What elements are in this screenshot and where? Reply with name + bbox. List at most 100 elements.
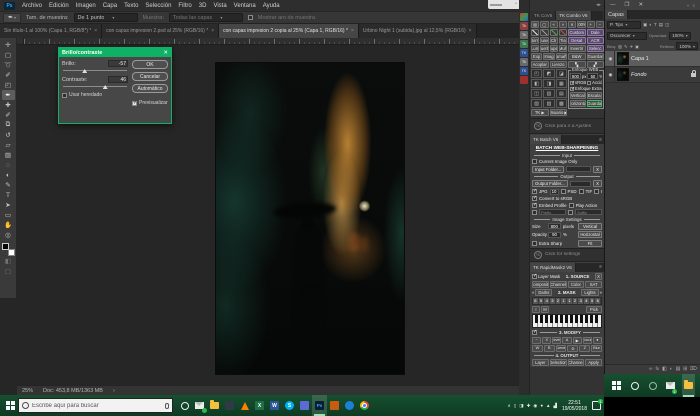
sample-size-select[interactable]: De 1 punto ▾: [74, 13, 138, 22]
path-selection-tool-icon[interactable]: ➤: [2, 200, 15, 210]
file-explorer-button[interactable]: [682, 374, 695, 397]
tk-zoom-button[interactable]: 100%: [577, 21, 585, 28]
show-sampling-ring-checkbox[interactable]: [248, 15, 253, 20]
screen-mode-icon[interactable]: ▢: [2, 266, 15, 276]
status-chevron-icon[interactable]: ›: [113, 388, 115, 394]
canvas-image[interactable]: [215, 62, 405, 375]
layers-footer-icon[interactable]: ◐: [670, 367, 673, 372]
sharpen-opacity-input[interactable]: 50: [587, 73, 598, 79]
batch-web-sharpening-link[interactable]: BATCH WEB-SHARPENING: [532, 146, 602, 151]
desaturate-button[interactable]: Desat: [568, 37, 586, 44]
modify-button[interactable]: ▶: [573, 337, 582, 344]
tk-action-icon-button[interactable]: ◩: [543, 69, 554, 78]
panel-tab[interactable]: TK Combo V6: [556, 11, 591, 20]
custom-button[interactable]: Custom: [568, 29, 586, 36]
layer-filter-icon[interactable]: ◐: [649, 22, 652, 28]
tray-icon[interactable]: ◉: [533, 403, 537, 409]
mask-arrow-left-icon[interactable]: «: [532, 290, 534, 295]
output-button[interactable]: Layer: [532, 359, 549, 366]
tk-file-icon-button[interactable]: ▢: [540, 21, 548, 28]
ok-button[interactable]: OK: [132, 60, 168, 69]
layer-visibility-icon[interactable]: ◉: [609, 56, 613, 62]
brightness-value-input[interactable]: -57: [108, 60, 128, 67]
layer-thumbnail[interactable]: [617, 68, 629, 81]
layer-filter-icon[interactable]: ◫: [665, 22, 669, 28]
tk-blend-button[interactable]: Clr: [550, 37, 558, 44]
blue-app-button[interactable]: [342, 395, 357, 416]
zoom-level[interactable]: 25%: [22, 388, 33, 394]
eraser-tool-icon[interactable]: ▱: [2, 140, 15, 150]
tray-icon[interactable]: ✚: [527, 403, 531, 409]
menu-item[interactable]: Imagen: [76, 3, 96, 9]
tk-zoom-button[interactable]: ✕: [568, 21, 576, 28]
menu-item[interactable]: Archivo: [22, 3, 42, 9]
tk-menu-button[interactable]: TK ▶: [531, 109, 549, 116]
tray-icon[interactable]: ●: [540, 403, 543, 408]
close-icon[interactable]: ×: [94, 28, 97, 34]
modify-checkbox[interactable]: [532, 330, 537, 335]
tk-menu-button[interactable]: Usuario ▶: [550, 109, 568, 116]
opacity-input[interactable]: 50: [548, 232, 561, 238]
tk-action-icon-button[interactable]: ▤: [556, 89, 567, 98]
contrast-value-input[interactable]: 46: [108, 76, 128, 83]
input-folder-field[interactable]: [566, 166, 591, 172]
file-explorer-button[interactable]: [207, 395, 222, 416]
output-button[interactable]: Apply: [585, 359, 602, 366]
modify-button[interactable]: ⊘: [567, 345, 578, 352]
save-button[interactable]: Guardar: [587, 53, 605, 60]
input-folder-button[interactable]: Input Folder...: [532, 166, 564, 173]
layer-thumbnail[interactable]: [617, 52, 629, 65]
document-tab[interactable]: con capas impresion 2.psd al 25% (RGB/16…: [102, 24, 219, 38]
taskbar-search[interactable]: Escribe aquí para buscar: [18, 398, 173, 413]
source-button[interactable]: SAT: [585, 281, 602, 288]
healing-brush-tool-icon[interactable]: ✚: [2, 100, 15, 110]
layer-filter-select[interactable]: P. Tipo ▾: [607, 21, 641, 29]
collapse-panel-icon[interactable]: «: [687, 3, 690, 8]
collapse-panels-icon[interactable]: ◂▸: [596, 2, 601, 8]
eyedropper-tool-icon[interactable]: ✒: [2, 90, 15, 100]
excel-button[interactable]: X: [252, 395, 267, 416]
opacity-select[interactable]: 100% ▾: [669, 32, 691, 40]
taskbar-clock[interactable]: 22:51 19/05/2018: [560, 400, 589, 412]
tk-canvas-button[interactable]: Acoplar: [531, 61, 549, 68]
dale-button[interactable]: Dale: [587, 29, 605, 36]
layer-filter-icon[interactable]: T: [654, 22, 657, 28]
quick-selection-tool-icon[interactable]: ✐: [2, 70, 15, 80]
dialog-title-bar[interactable]: Brillo/contraste ✕: [59, 48, 171, 57]
png-checkbox[interactable]: [594, 189, 599, 194]
app-button[interactable]: [297, 395, 312, 416]
layers-footer-icon[interactable]: ⌦: [690, 367, 697, 372]
panel-menu-icon[interactable]: ≡: [692, 3, 695, 8]
marquee-tool-icon[interactable]: ▢: [2, 50, 15, 60]
brush-green-icon[interactable]: [550, 29, 558, 36]
source-button[interactable]: Color: [568, 281, 585, 288]
suffix-field[interactable]: Suffix: [575, 209, 602, 215]
tray-icon[interactable]: ∧: [508, 403, 511, 409]
tk-image-button[interactable]: Imag: [543, 53, 554, 60]
layer-name[interactable]: Fondo: [631, 72, 689, 78]
task-view-button[interactable]: [177, 395, 192, 416]
preview-checkbox[interactable]: [132, 101, 137, 106]
tray-icon[interactable]: ▟: [554, 403, 557, 409]
lights-button[interactable]: Lights: [581, 289, 598, 296]
save-sharpen-button[interactable]: Guarda: [587, 100, 603, 107]
layer-visibility-icon[interactable]: ◉: [609, 72, 613, 78]
panel-tab[interactable]: TK RapidMask2 V6: [530, 263, 576, 272]
menu-item[interactable]: Selección: [145, 3, 171, 9]
close-icon[interactable]: ×: [351, 28, 354, 34]
history-brush-tool-icon[interactable]: ↺: [2, 130, 15, 140]
menu-item[interactable]: 3D: [199, 3, 207, 9]
modify-button[interactable]: Z: [579, 345, 590, 352]
tk-blend-button[interactable]: Tia: [559, 37, 567, 44]
zoom-tool-icon[interactable]: ◎: [2, 230, 15, 240]
maximize-icon[interactable]: ▫: [515, 2, 517, 7]
tk-action-icon-button[interactable]: ◰: [531, 69, 542, 78]
modify-button[interactable]: Curves: [556, 345, 567, 352]
output-button[interactable]: Selection: [550, 359, 567, 366]
source-button[interactable]: Channel: [550, 281, 567, 288]
brightness-slider[interactable]: [63, 70, 127, 71]
microphone-icon[interactable]: [165, 403, 169, 409]
menu-item[interactable]: Filtro: [178, 3, 191, 9]
bw-button[interactable]: B&W: [568, 53, 586, 60]
mask-piano-keys[interactable]: [532, 314, 602, 328]
